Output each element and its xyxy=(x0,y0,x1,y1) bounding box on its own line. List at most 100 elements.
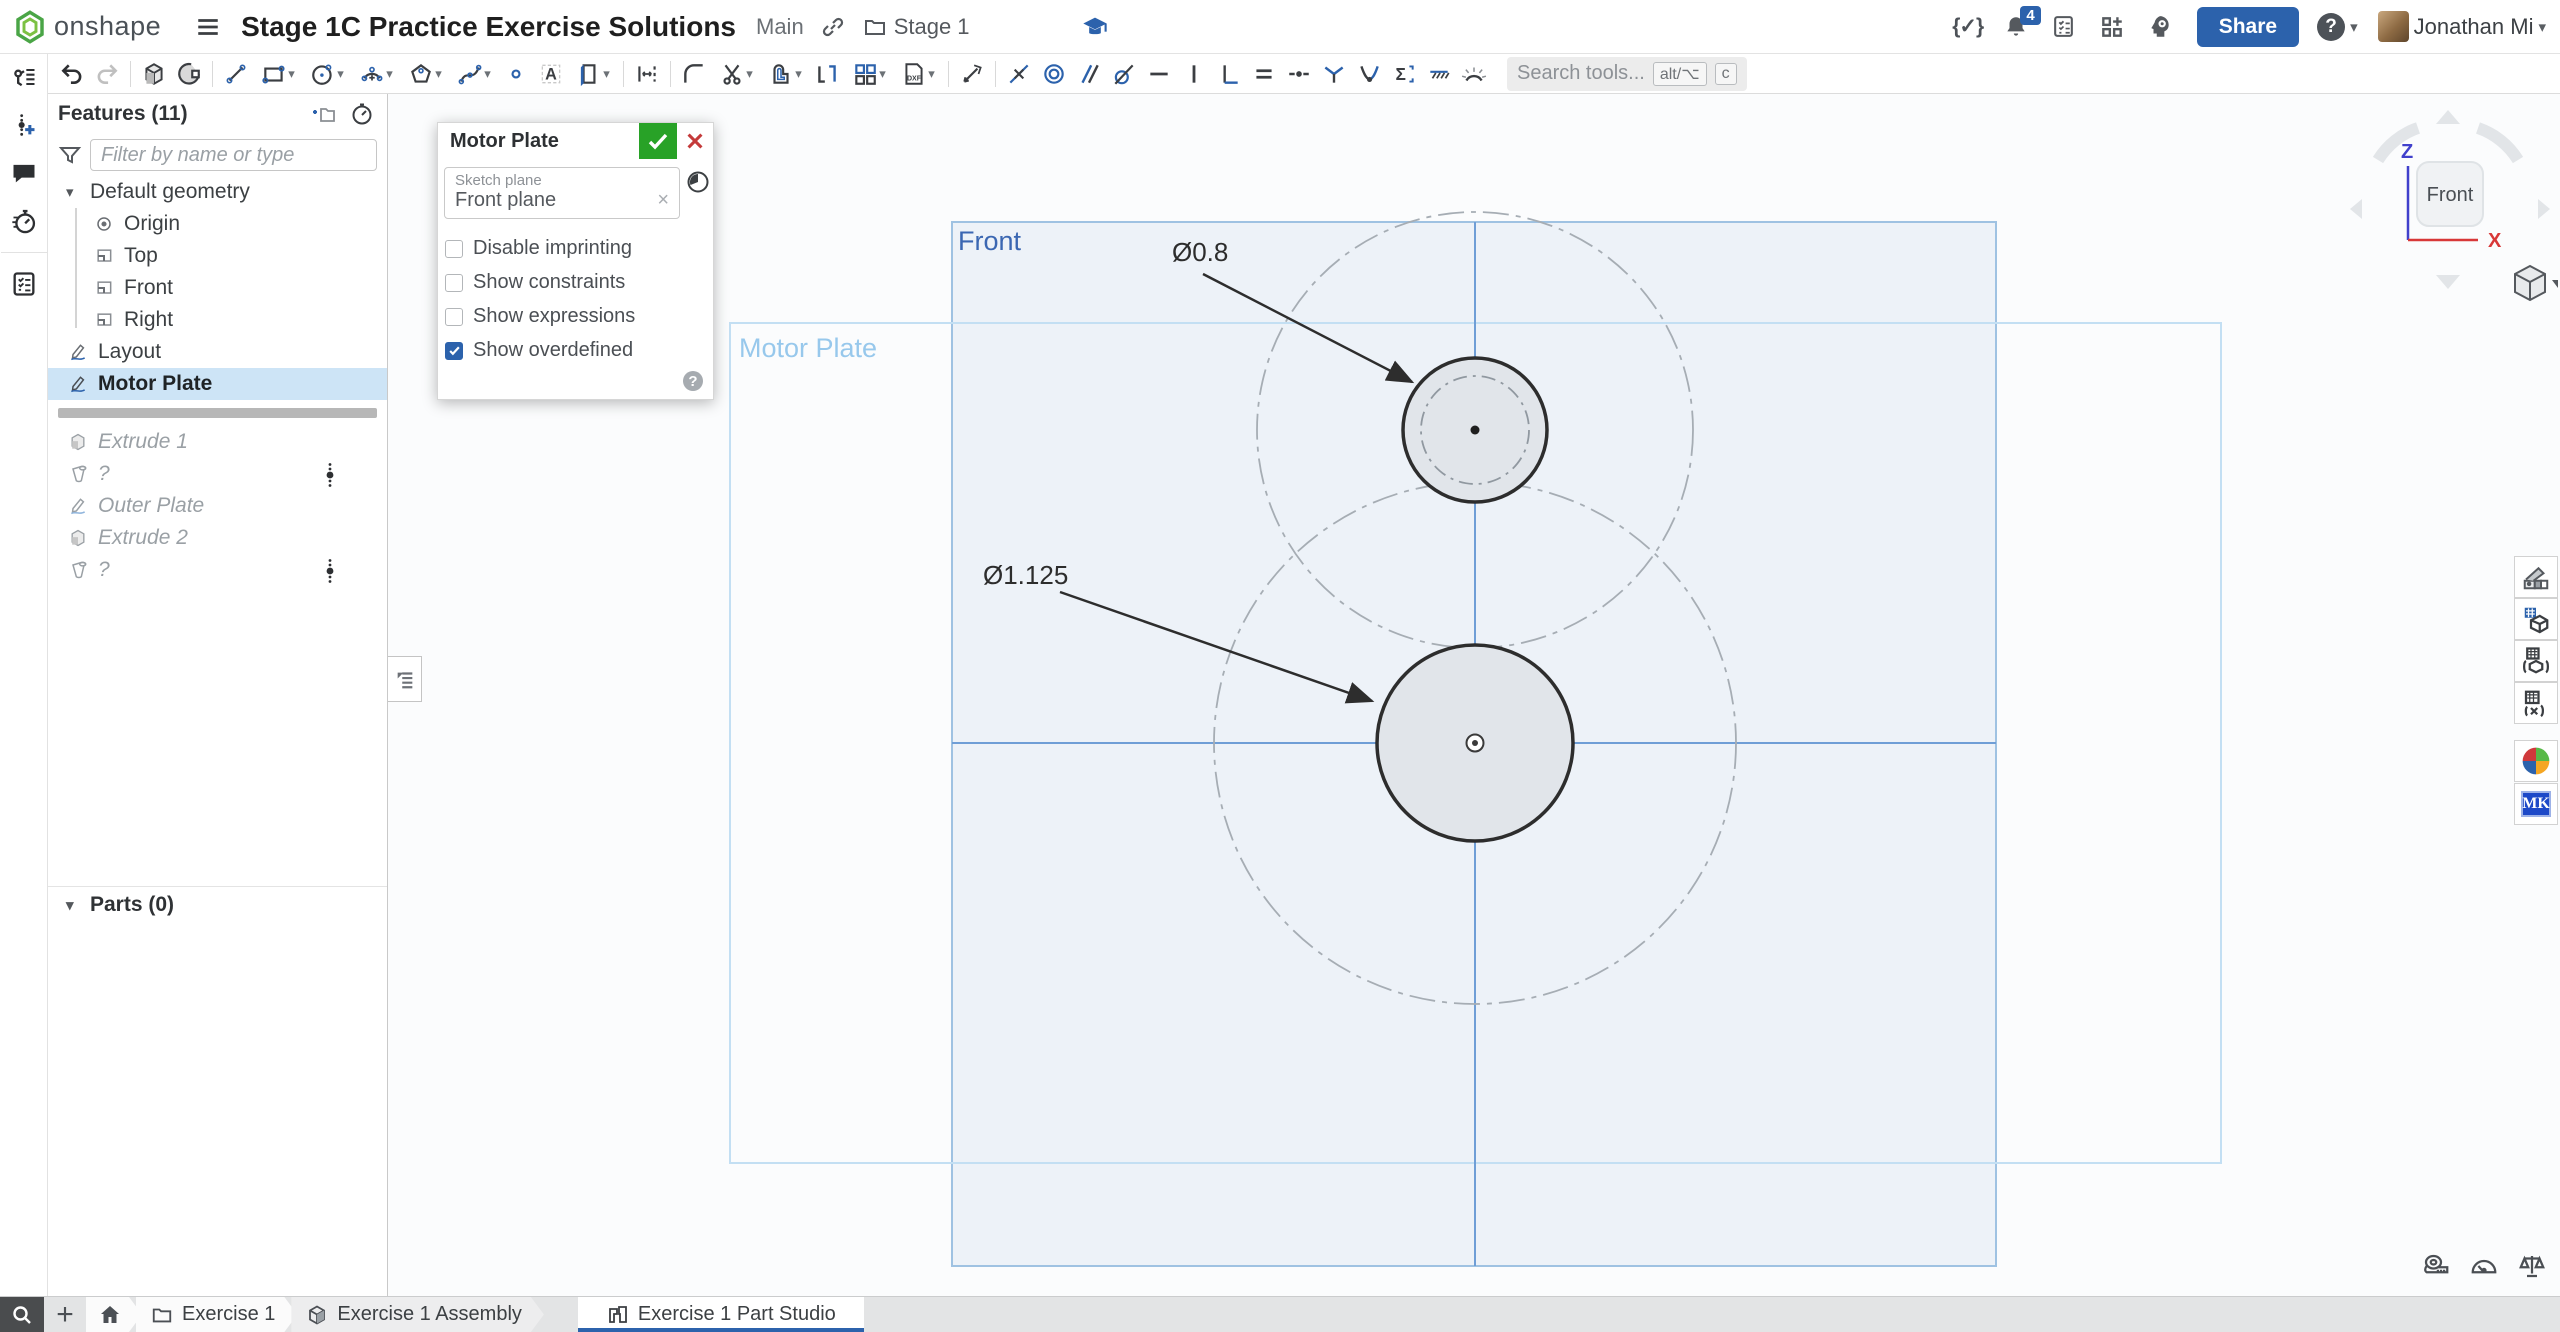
onshape-logo[interactable]: onshape xyxy=(14,10,161,44)
rollback-bar[interactable] xyxy=(58,408,377,418)
use-project-tool[interactable] xyxy=(811,58,843,90)
clear-selection-icon[interactable]: × xyxy=(657,189,669,212)
learning-badge-icon[interactable] xyxy=(1076,8,1114,46)
feature-item-motor-plate[interactable]: Motor Plate xyxy=(48,368,387,400)
option-show-constraints[interactable]: Show constraints xyxy=(445,271,625,294)
release-notes-icon[interactable] xyxy=(2045,8,2083,46)
rotate-up-arrow[interactable] xyxy=(2436,110,2460,124)
app-store-icon[interactable] xyxy=(2093,8,2131,46)
arc-tool[interactable]: ▾ xyxy=(353,58,399,90)
pattern-tool[interactable]: ▾ xyxy=(846,58,892,90)
tab-exercise-1-assembly[interactable]: Exercise 1 Assembly xyxy=(291,1297,544,1332)
trim-tool[interactable]: ▾ xyxy=(713,58,759,90)
dimension-label-upper[interactable]: Ø0.8 xyxy=(1172,237,1228,267)
notifications-bell-icon[interactable]: 4 xyxy=(1997,8,2035,46)
perpendicular-constraint[interactable] xyxy=(1213,58,1245,90)
point-tool[interactable] xyxy=(500,58,532,90)
tab-exercise-1[interactable]: Exercise 1 xyxy=(136,1297,297,1332)
spline-tool[interactable]: ▾ xyxy=(451,58,497,90)
dimension-tool[interactable] xyxy=(956,58,988,90)
option-show-expressions[interactable]: Show expressions xyxy=(445,305,635,328)
checkbox[interactable] xyxy=(445,342,463,360)
feature-item-unknown-2[interactable]: ? xyxy=(48,554,387,586)
protractor-icon[interactable] xyxy=(2468,1250,2500,1282)
checkbox[interactable] xyxy=(445,308,463,326)
mirror-tool[interactable] xyxy=(631,58,663,90)
featurescript-icon[interactable]: {✓} xyxy=(1949,8,1987,46)
search-tools[interactable]: Search tools... alt/⌥ c xyxy=(1507,57,1747,91)
checkbox[interactable] xyxy=(445,240,463,258)
option-disable-imprinting[interactable]: Disable imprinting xyxy=(445,237,632,260)
text-tool[interactable]: A xyxy=(535,58,567,90)
user-menu[interactable]: Jonathan Mi ▾ xyxy=(2378,11,2546,42)
sketch-plane-field[interactable]: Sketch plane Front plane × xyxy=(444,167,680,219)
mass-properties-icon[interactable] xyxy=(2516,1250,2548,1282)
rectangle-tool[interactable]: ▾ xyxy=(255,58,301,90)
feature-list-toggle-icon[interactable] xyxy=(7,60,41,94)
dimension-label-lower[interactable]: Ø1.125 xyxy=(983,560,1068,590)
feature-item-unknown-1[interactable]: ? xyxy=(48,458,387,490)
rotate-left-arrow[interactable] xyxy=(2350,199,2362,219)
tape-measure-icon[interactable] xyxy=(2420,1250,2452,1282)
normal-constraint[interactable] xyxy=(1458,58,1490,90)
equal-constraint[interactable] xyxy=(1248,58,1280,90)
tasks-checklist-icon[interactable] xyxy=(7,267,41,301)
undo-button[interactable] xyxy=(56,58,88,90)
insert-feature-icon[interactable] xyxy=(7,108,41,142)
feature-item-extrude-1[interactable]: Extrude 1 xyxy=(48,426,387,458)
parts-section-header[interactable]: ▾ Parts (0) xyxy=(48,887,387,923)
variables-panel-icon[interactable] xyxy=(2514,682,2558,724)
dxf-import-tool[interactable]: DXF▾ xyxy=(895,58,941,90)
midpoint-constraint[interactable] xyxy=(1283,58,1315,90)
appearance-panel-icon[interactable] xyxy=(2514,556,2558,598)
pierce-constraint[interactable] xyxy=(1353,58,1385,90)
tree-item-top[interactable]: Top xyxy=(48,240,387,272)
feature-item-extrude-2[interactable]: Extrude 2 xyxy=(48,522,387,554)
filter-input[interactable] xyxy=(90,139,377,171)
home-tab[interactable] xyxy=(86,1297,142,1332)
tangent-constraint[interactable] xyxy=(1108,58,1140,90)
symmetric-constraint[interactable] xyxy=(1318,58,1350,90)
create-folder-icon[interactable] xyxy=(309,99,339,129)
dialog-help-icon[interactable]: ? xyxy=(683,371,703,391)
history-stopwatch-icon[interactable] xyxy=(7,204,41,238)
tree-item-front[interactable]: Front xyxy=(48,272,387,304)
offset-tool[interactable]: ▾ xyxy=(762,58,808,90)
option-show-overdefined[interactable]: Show overdefined xyxy=(445,339,633,362)
commit-button[interactable] xyxy=(639,123,677,159)
rotate-cw-arrow[interactable] xyxy=(2478,128,2518,160)
line-tool[interactable] xyxy=(220,58,252,90)
app-color-icon[interactable] xyxy=(2514,740,2558,782)
tree-group-default-geometry[interactable]: ▾ Default geometry xyxy=(48,176,387,208)
tab-search-icon[interactable] xyxy=(0,1297,44,1332)
circle-tool[interactable]: ▾ xyxy=(304,58,350,90)
link-icon[interactable] xyxy=(814,8,852,46)
tree-item-right[interactable]: Right xyxy=(48,304,387,336)
drag-handle-icon[interactable] xyxy=(325,558,335,590)
document-menu-icon[interactable] xyxy=(189,8,227,46)
view-cube[interactable]: Front Z X xyxy=(2338,108,2558,318)
rotate-right-arrow[interactable] xyxy=(2538,199,2550,219)
coincident-constraint[interactable] xyxy=(1003,58,1035,90)
revolve-icon[interactable] xyxy=(173,58,205,90)
horizontal-constraint[interactable] xyxy=(1143,58,1175,90)
folder-breadcrumb[interactable]: Stage 1 xyxy=(862,14,970,40)
vertical-constraint[interactable] xyxy=(1178,58,1210,90)
fix-constraint[interactable] xyxy=(1423,58,1455,90)
learning-center-icon[interactable] xyxy=(2141,8,2179,46)
view-options-cube-icon[interactable] xyxy=(2515,266,2545,300)
view-options-caret[interactable] xyxy=(2552,280,2558,288)
app-mk-icon[interactable]: MK xyxy=(2514,783,2558,825)
custom-features-panel-icon[interactable] xyxy=(2514,598,2558,640)
tab-exercise-1-part-studio[interactable]: Exercise 1 Part Studio xyxy=(578,1297,864,1332)
panel-collapse-tab[interactable] xyxy=(388,656,422,702)
checkbox[interactable] xyxy=(445,274,463,292)
fillet-tool[interactable] xyxy=(678,58,710,90)
graphics-canvas[interactable]: Front Motor Plate Ø0.8 Ø1.125 xyxy=(388,94,2560,1296)
sketch-solid-icon[interactable] xyxy=(138,58,170,90)
redo-button[interactable] xyxy=(91,58,123,90)
scale-constraint[interactable]: Σ xyxy=(1388,58,1420,90)
upper-hole-center-point[interactable] xyxy=(1471,426,1480,435)
configurations-panel-icon[interactable] xyxy=(2514,640,2558,682)
rotate-down-arrow[interactable] xyxy=(2436,275,2460,289)
